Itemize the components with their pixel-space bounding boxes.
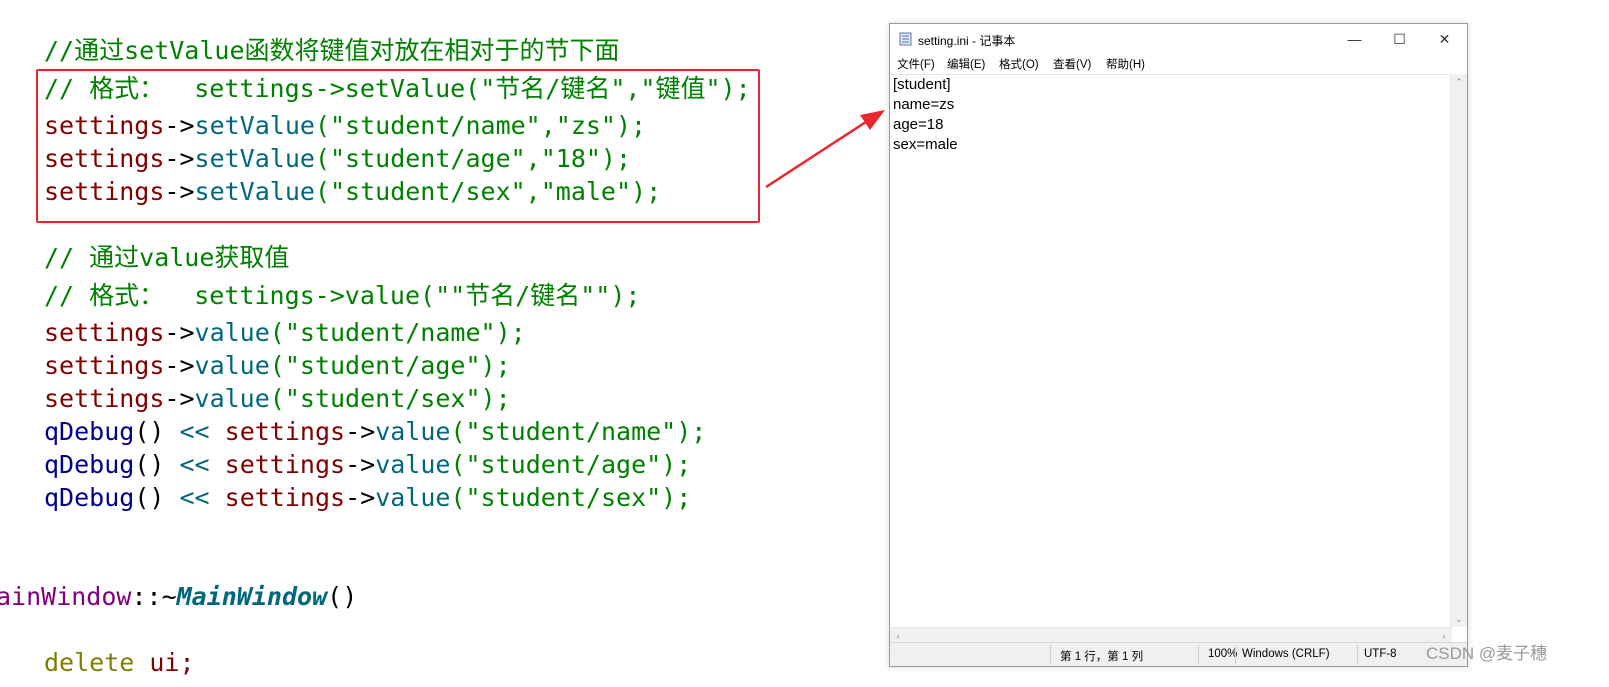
code-line-debug-sex: qDebug() << settings->value("student/sex…: [44, 483, 692, 512]
watermark: CSDN @麦子穗: [1426, 644, 1548, 663]
comment-setvalue: //通过setValue函数将键值对放在相对于的节下面: [44, 36, 620, 65]
menu-help[interactable]: 帮助(H): [1106, 56, 1145, 72]
code-line-get-age: settings->value("student/age");: [44, 351, 511, 380]
editor-line: sex=male: [893, 136, 958, 153]
status-divider: [1235, 645, 1236, 664]
vertical-scrollbar[interactable]: ⌃ ⌄: [1450, 74, 1467, 627]
editor-line: name=zs: [893, 96, 955, 113]
menu-format[interactable]: 格式(O): [999, 56, 1039, 72]
status-divider: [1198, 645, 1199, 664]
title-bar[interactable]: setting.ini - 记事本 — ☐ ✕: [890, 24, 1467, 54]
menu-bar: 文件(F) 编辑(E) 格式(O) 查看(V) 帮助(H): [890, 54, 1467, 74]
maximize-button[interactable]: ☐: [1377, 24, 1422, 54]
text-editor[interactable]: [student] name=zs age=18 sex=male: [890, 74, 1452, 644]
code-line-get-sex: settings->value("student/sex");: [44, 384, 511, 413]
scroll-up-icon[interactable]: ⌃: [1451, 74, 1467, 90]
status-encoding: UTF-8: [1364, 648, 1397, 660]
status-line-ending: Windows (CRLF): [1242, 648, 1330, 660]
status-bar: 第 1 行，第 1 列 100% Windows (CRLF) UTF-8: [890, 642, 1467, 666]
status-divider: [1050, 645, 1051, 664]
menu-edit[interactable]: 编辑(E): [947, 56, 985, 72]
code-line-debug-age: qDebug() << settings->value("student/age…: [44, 450, 692, 479]
menu-view[interactable]: 查看(V): [1053, 56, 1091, 72]
minimize-button[interactable]: —: [1332, 24, 1377, 54]
comment-format-value: // 格式： settings->value(""节名/键名"");: [44, 281, 641, 310]
status-cursor-position: 第 1 行，第 1 列: [1060, 651, 1144, 663]
code-line-delete-ui: delete ui;: [44, 648, 195, 677]
scroll-down-icon[interactable]: ⌄: [1451, 611, 1467, 627]
code-line-destructor: ainWindow::~MainWindow(): [0, 582, 358, 611]
code-line-get-name: settings->value("student/name");: [44, 318, 526, 347]
comment-value: // 通过value获取值: [44, 243, 290, 272]
menu-file[interactable]: 文件(F): [897, 56, 935, 72]
notepad-icon: [899, 32, 912, 46]
highlight-box: [36, 69, 760, 223]
code-editor: //通过setValue函数将键值对放在相对于的节下面 // 格式： setti…: [0, 0, 880, 687]
code-line-debug-name: qDebug() << settings->value("student/nam…: [44, 417, 707, 446]
window-title: setting.ini - 记事本: [918, 34, 1016, 48]
editor-line: age=18: [893, 116, 944, 133]
status-divider: [1357, 645, 1358, 664]
editor-line: [student]: [893, 76, 951, 93]
notepad-window: setting.ini - 记事本 — ☐ ✕ 文件(F) 编辑(E) 格式(O…: [889, 23, 1468, 667]
status-zoom: 100%: [1208, 648, 1238, 660]
close-button[interactable]: ✕: [1422, 24, 1467, 54]
